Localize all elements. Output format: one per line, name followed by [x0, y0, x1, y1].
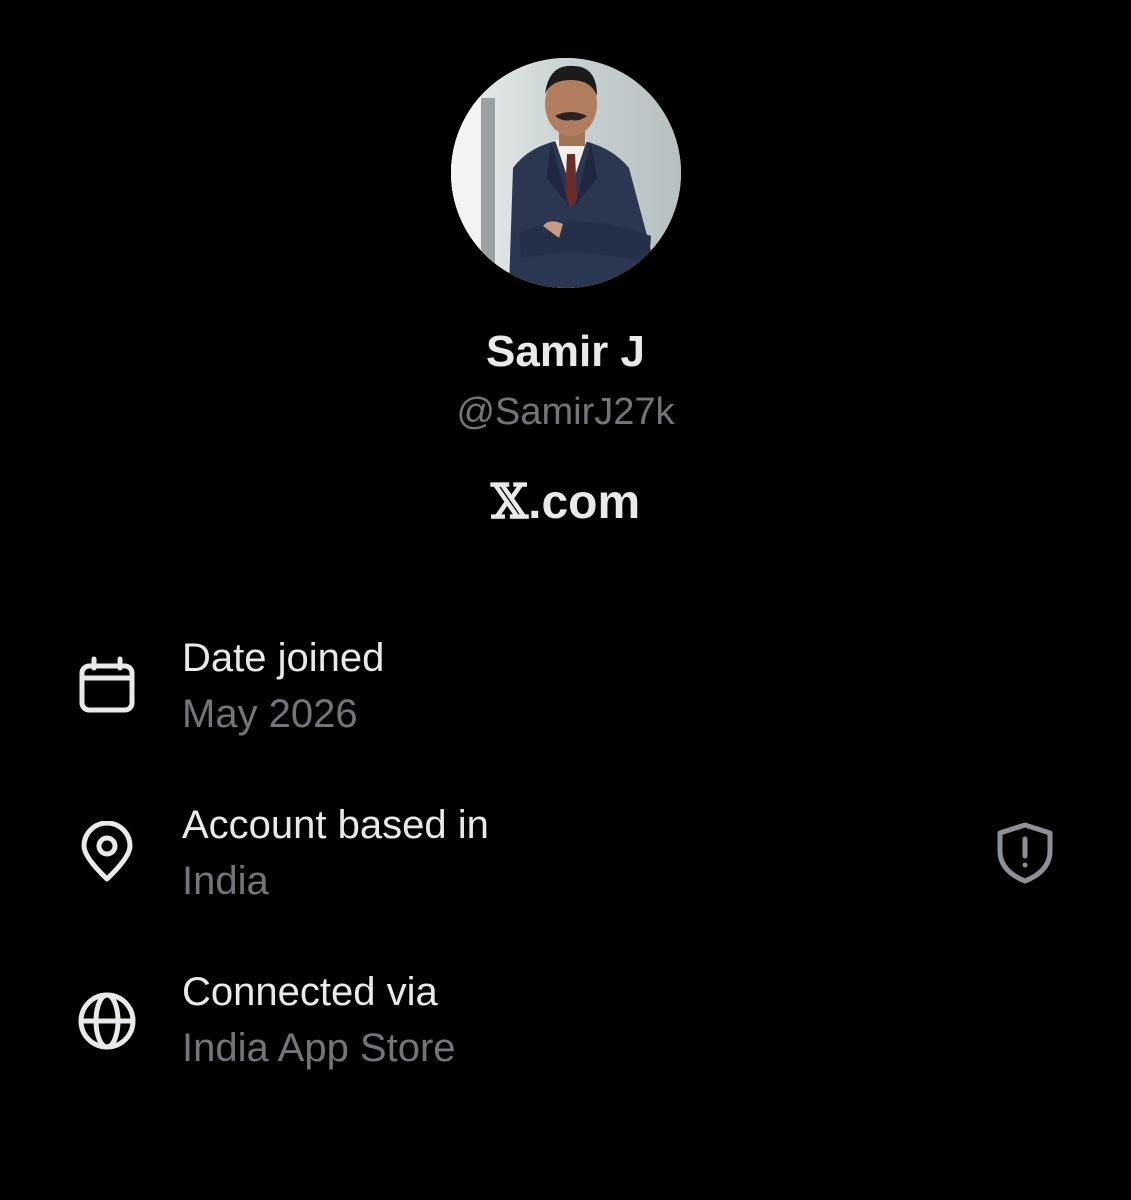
info-label: Account based in [182, 803, 489, 847]
avatar-photo [451, 58, 681, 288]
info-row-account-location: Account based in India [0, 799, 1131, 929]
site-name: 𝕏.com [0, 470, 1131, 535]
info-row-connected-via: Connected via India App Store [0, 966, 1131, 1096]
info-value: India [182, 859, 269, 903]
avatar[interactable] [451, 58, 681, 288]
x-logo-mark: 𝕏 [490, 474, 529, 530]
info-label: Date joined [182, 636, 385, 680]
info-value: India App Store [182, 1026, 456, 1070]
info-row-date-joined: Date joined May 2026 [0, 632, 1131, 762]
info-label: Connected via [182, 970, 438, 1014]
location-pin-icon [76, 821, 138, 883]
calendar-icon [76, 656, 138, 718]
shield-alert-icon[interactable] [994, 821, 1056, 885]
globe-icon [76, 990, 138, 1052]
info-value: May 2026 [182, 692, 358, 736]
site-suffix: .com [528, 476, 641, 529]
username-handle: @SamirJ27k [456, 391, 675, 433]
display-name: Samir J [486, 327, 645, 376]
